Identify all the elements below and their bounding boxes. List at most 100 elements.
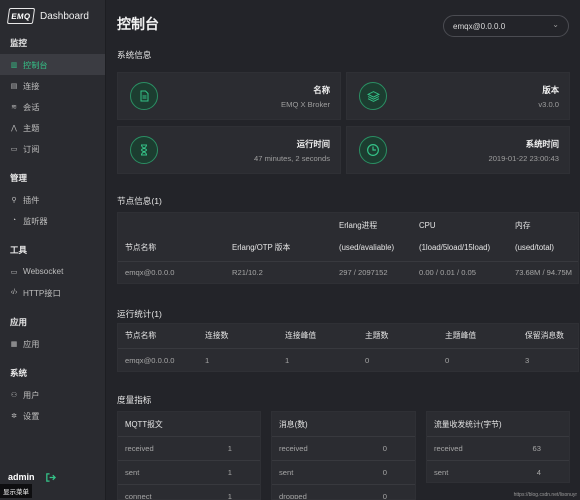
sidebar-item[interactable]: ▭ 订阅 [0,138,105,159]
logout-icon[interactable] [45,472,56,486]
sidebar-item-label: 插件 [23,195,40,205]
sidebar-item-label: 主题 [23,123,40,133]
node-select-value: emqx@0.0.0.0 [453,21,506,31]
metric-value: 63 [532,444,541,453]
gear-icon: ✲ [11,412,17,420]
metric-row: received 0 [272,436,415,460]
user-icon: ⚇ [10,391,18,399]
header-line [125,215,225,237]
metric-row: sent 0 [272,460,415,484]
sidebar-section-title: 系统 [10,368,28,378]
metric-row: received 1 [118,436,260,460]
table-row: emqx@0.0.0.0 R21/10.2 297 / 2097152 0.00 / … [118,260,578,283]
brand[interactable]: EMQ Dashboard [0,0,105,32]
sidebar-item-label: 监听器 [23,216,48,226]
header-line: CPU [419,220,436,230]
sidebar-item[interactable]: ✲ 设置 [0,405,105,426]
table-header: 连接峰值 [285,331,317,341]
chevron-down-icon: ⌄ [552,20,559,29]
username[interactable]: admin [8,472,35,482]
sidebar-item[interactable]: ⚲ 插件 [0,189,105,210]
table-cell: 73.68M / 94.75M [508,260,578,283]
sidebar-section-title: 监控 [10,38,28,48]
main-content: 控制台 emqx@0.0.0.0 ⌄ 系统信息 名称 EMQ X Broker 版本… [107,0,580,500]
bar-chart-icon: ▥ [10,61,18,69]
layers-icon: ≋ [11,103,17,111]
metric-row: dropped 0 [272,484,415,499]
node-select[interactable]: emqx@0.0.0.0 ⌄ [443,15,569,37]
sidebar-section-title: 工具 [10,245,28,255]
run-stats-table: 节点名称 连接数 连接峰值 主题数 主题峰值 保留消息数 emqx@0.0.0.0 1 1 0 0… [117,323,579,372]
info-card: 运行时间 47 minutes, 2 seconds [117,126,341,174]
sidebar-item[interactable]: ◔ 监听器 [0,210,105,231]
table-row: emqx@0.0.0.0 1 1 0 0 3 [118,347,578,371]
document-icon: ▭ [10,145,18,153]
sidebar-item[interactable]: ▭ Websocket [0,261,105,282]
info-label: 运行时间 [296,139,330,149]
sidebar-item[interactable]: ▤ 连接 [0,75,105,96]
hourglass-icon [130,136,158,164]
show-menu-button[interactable]: 显示菜单 [0,484,32,498]
metric-value: 1 [227,468,232,477]
layers-icon [359,82,387,110]
metric-name: received [125,444,154,453]
sidebar-item-label: 设置 [23,411,40,421]
table-header: 节点名称 [125,331,157,341]
metric-card: 消息(数) received 0 sent 0 dropped 0 [271,411,416,500]
sidebar-item-label: Websocket [23,267,64,276]
topic-icon: ⋀ [11,124,17,132]
table-cell: 3 [518,347,578,371]
header-line: (used/avaliable) [339,242,395,252]
sidebar-item-label: 会话 [23,102,40,112]
metric-value: 4 [536,468,541,477]
metric-card-title: 消息(数) [279,419,308,429]
sidebar-nav: 监控 ▥ 控制台 ▤ 连接 ≋ 会话 ⋀ 主题 ▭ 订阅 管理 ⚲ 插件 ◔ 监听器 工具 ▭ Websocket ‹… [0,32,105,426]
header-line: Erlang进程 [339,220,378,230]
app-icon: ▦ [10,340,18,348]
run-stats-title: 运行统计(1) [117,309,162,319]
sidebar-item-label: 连接 [23,81,40,91]
table-cell: R21/10.2 [225,260,332,283]
metric-card-title: MQTT报文 [125,419,163,429]
info-value: 47 minutes, 2 seconds [254,154,330,163]
watermark: https://blog.csdn.net/lisonuyr [513,492,577,498]
table-cell: emqx@0.0.0.0 [118,347,198,371]
metric-name: sent [279,468,294,477]
plug-icon: ⚲ [11,196,17,204]
sidebar-item[interactable]: ▦ 应用 [0,333,105,354]
info-label: 名称 [313,85,330,95]
sidebar-item[interactable]: ⚇ 用户 [0,384,105,405]
table-header: 保留消息数 [525,331,564,341]
document-icon: ▭ [10,268,18,276]
metric-card: 流量收发统计(字节) received 63 sent 4 [426,411,570,483]
table-header: 节点名称 [118,213,225,261]
header-line: 节点名称 [125,242,157,252]
info-value: 2019-01-22 23:00:43 [488,154,559,163]
metric-value: 0 [382,444,387,453]
table-header: 内存 (used/total) [508,213,578,261]
sidebar-item-label: 控制台 [23,60,48,70]
metric-name: sent [125,468,140,477]
metric-row: sent 4 [427,460,569,482]
emq-logo: EMQ [6,8,36,24]
metric-row: connect 1 [118,484,260,500]
table-header: 主题数 [365,331,389,341]
metric-card: MQTT报文 received 1 sent 1 connect 1 [117,411,261,500]
headset-icon: ◔ [11,217,17,224]
sidebar-item[interactable]: ▥ 控制台 [0,54,105,75]
header-line: 内存 [515,220,531,230]
clock-icon [359,136,387,164]
sidebar: EMQ Dashboard 监控 ▥ 控制台 ▤ 连接 ≋ 会话 ⋀ 主题 ▭ 订阅 管理 ⚲ 插件 ◔ 监听… [0,0,106,500]
metric-value: 1 [227,444,232,453]
table-header: 主题峰值 [445,331,477,341]
table-cell: 0 [438,347,518,371]
node-info-title: 节点信息(1) [117,196,162,206]
header-line: Erlang/OTP 版本 [232,242,291,252]
sidebar-item[interactable]: ‹/› HTTP接口 [0,282,105,303]
sidebar-item[interactable]: ⋀ 主题 [0,117,105,138]
metric-name: connect [125,492,152,500]
sidebar-item[interactable]: ≋ 会话 [0,96,105,117]
metric-value: 1 [227,492,232,500]
table-header: Erlang进程 (used/avaliable) [332,213,412,261]
brand-title: Dashboard [40,10,89,22]
